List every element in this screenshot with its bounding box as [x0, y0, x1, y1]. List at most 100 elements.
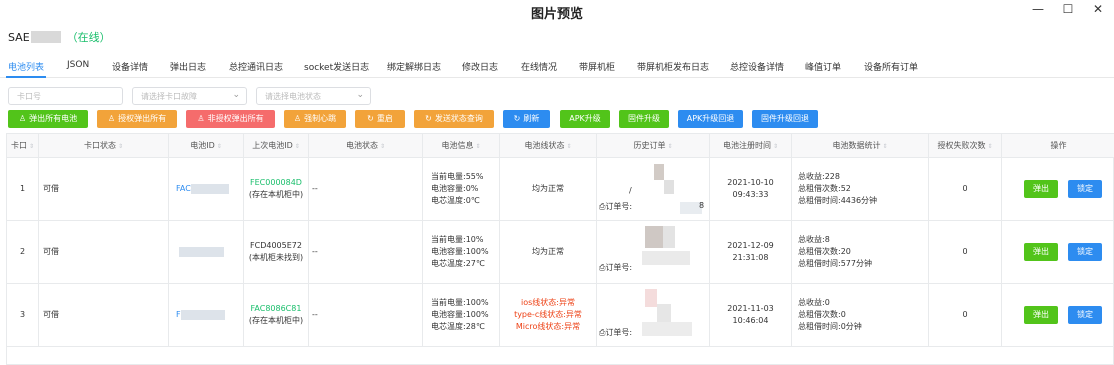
eject-button[interactable]: 弹出	[1024, 180, 1058, 198]
col-data-stats[interactable]: 电池数据统计 ⇕	[792, 134, 929, 158]
window-title: 图片预览	[530, 7, 583, 22]
tab-device-detail[interactable]: 设备详情	[112, 60, 148, 73]
auth-eject-all-button[interactable]: ♙ 授权弹出所有	[97, 110, 177, 128]
last-battery-id[interactable]: FEC000084D	[244, 177, 308, 189]
last-battery-note: (存在本机柜中)	[248, 190, 304, 199]
lock-button[interactable]: 锁定	[1068, 243, 1102, 261]
col-auth-fail[interactable]: 授权失败次数 ⇕	[929, 134, 1002, 158]
apk-upgrade-button[interactable]: APK升级	[560, 110, 610, 128]
refresh-icon: ↻	[367, 114, 374, 123]
col-battery-info[interactable]: 电池信息 ⇕	[423, 134, 500, 158]
close-icon[interactable]: ✕	[1090, 2, 1106, 16]
col-battery-status[interactable]: 电池状态 ⇕	[309, 134, 423, 158]
tab-master-comm-log[interactable]: 总控通讯日志	[229, 60, 283, 73]
battery-table: 卡口 ⇕ 卡口状态 ⇕ 电池ID ⇕ 上次电池ID ⇕ 电池状态 ⇕ 电池信息 ⇕ 电池线状…	[6, 133, 1114, 365]
slot-fault-select[interactable]: 请选择卡口故障 ⌄	[132, 87, 247, 105]
order-label[interactable]: 订单号:	[605, 202, 632, 211]
refresh-button[interactable]: ↻ 刷新	[503, 110, 550, 128]
lock-button[interactable]: 锁定	[1068, 180, 1102, 198]
battery-status-select[interactable]: 请选择电池状态 ⌄	[256, 87, 371, 105]
info-line: 电池容量:0%	[431, 184, 479, 193]
col-actions: 操作	[1002, 134, 1114, 158]
col-register-time[interactable]: 电池注册时间 ⇕	[710, 134, 792, 158]
line-status: Micro线状态:异常	[515, 322, 581, 331]
tab-all-orders[interactable]: 设备所有订单	[864, 60, 918, 73]
stat-line: 总收益:0	[798, 298, 830, 307]
redacted-blur	[180, 309, 225, 320]
tab-json[interactable]: JSON	[67, 60, 89, 70]
tab-modify-log[interactable]: 修改日志	[462, 60, 498, 73]
tab-eject-log[interactable]: 弹出日志	[170, 60, 206, 73]
info-line: 当前电量:100%	[431, 298, 489, 307]
chevron-down-icon: ⌄	[232, 90, 240, 100]
minimize-icon[interactable]: —	[1030, 2, 1046, 16]
last-battery-id[interactable]: FCD4005E72	[244, 240, 308, 252]
tab-online[interactable]: 在线情况	[521, 60, 557, 73]
tab-master-device[interactable]: 总控设备详情	[730, 60, 784, 73]
force-heartbeat-button[interactable]: ♙ 强制心跳	[284, 110, 346, 128]
auth-fail-count: 0	[962, 184, 968, 193]
line-status: 均为正常	[532, 184, 564, 193]
sort-icon[interactable]: ⇕	[29, 143, 34, 150]
user-icon: ♙	[293, 114, 302, 123]
lock-button[interactable]: 锁定	[1068, 306, 1102, 324]
sort-icon[interactable]: ⇕	[475, 143, 480, 150]
col-line-status[interactable]: 电池线状态 ⇕	[500, 134, 597, 158]
info-line: 电芯温度:27℃	[431, 259, 485, 268]
status-query-button[interactable]: ↻ 发送状态查询	[414, 110, 494, 128]
refresh-icon: ↻	[513, 114, 521, 123]
sort-icon[interactable]: ⇕	[667, 143, 672, 150]
sort-icon[interactable]: ⇕	[566, 143, 571, 150]
window-titlebar: 图片预览 — ☐ ✕	[0, 0, 1114, 22]
device-name-mask	[30, 31, 61, 43]
sort-icon[interactable]: ⇕	[380, 143, 385, 150]
battery-status: --	[312, 310, 318, 319]
redacted-blur	[190, 183, 229, 194]
order-label[interactable]: 订单号:	[605, 328, 632, 337]
tab-screen-publish-log[interactable]: 带屏机柜发布日志	[637, 60, 709, 73]
slot-input[interactable]: 卡口号	[8, 87, 123, 105]
apk-rollback-button[interactable]: APK升级回退	[678, 110, 743, 128]
sort-icon[interactable]: ⇕	[118, 143, 123, 150]
tab-peak-orders[interactable]: 峰值订单	[805, 60, 841, 73]
col-last-battery-id[interactable]: 上次电池ID ⇕	[244, 134, 309, 158]
info-line: 电池容量:100%	[431, 247, 489, 256]
line-status: 均为正常	[532, 247, 564, 256]
restart-button[interactable]: ↻ 重启	[355, 110, 405, 128]
tab-battery-list[interactable]: 电池列表	[8, 60, 44, 73]
slot-status: 可借	[43, 310, 59, 319]
order-label[interactable]: 订单号:	[605, 263, 632, 272]
col-battery-id[interactable]: 电池ID ⇕	[169, 134, 244, 158]
slot-number: 1	[19, 184, 26, 193]
sort-icon[interactable]: ⇕	[217, 143, 222, 150]
firmware-rollback-button[interactable]: 固件升级回退	[752, 110, 818, 128]
tab-screen-cabinet[interactable]: 带屏机柜	[579, 60, 615, 73]
redacted-blur	[179, 246, 224, 257]
stat-line: 总收益:8	[798, 235, 830, 244]
sort-icon[interactable]: ⇕	[882, 143, 887, 150]
tab-socket-log[interactable]: socket发送日志	[304, 60, 369, 73]
col-slot[interactable]: 卡口 ⇕	[7, 134, 39, 158]
sort-icon[interactable]: ⇕	[987, 143, 992, 150]
table-row: 2 可借 FCD4005E72 (本机柜未找到) -- 当前电量:10% 电池容量:…	[7, 221, 1114, 284]
order-thumbnail	[654, 164, 664, 180]
col-history-orders[interactable]: 历史订单 ⇕	[597, 134, 710, 158]
eject-button[interactable]: 弹出	[1024, 306, 1058, 324]
eject-button[interactable]: 弹出	[1024, 243, 1058, 261]
tab-bind-log[interactable]: 绑定解绑日志	[387, 60, 441, 73]
slot-number: 2	[19, 247, 26, 256]
maximize-icon[interactable]: ☐	[1060, 2, 1076, 16]
firmware-upgrade-button[interactable]: 固件升级	[619, 110, 669, 128]
col-slot-status[interactable]: 卡口状态 ⇕	[39, 134, 169, 158]
sort-icon[interactable]: ⇕	[295, 143, 300, 150]
battery-id-link[interactable]: FAC	[176, 184, 191, 193]
unauth-eject-all-button[interactable]: ♙ 非授权弹出所有	[186, 110, 275, 128]
sort-icon[interactable]: ⇕	[773, 143, 778, 150]
tab-bar: 电池列表 JSON 设备详情 弹出日志 总控通讯日志 socket发送日志 绑定…	[0, 52, 1114, 78]
slot-status: 可借	[43, 247, 59, 256]
last-battery-note: (存在本机柜中)	[248, 316, 304, 325]
register-time: 2021-10-10 09:43:33	[727, 178, 774, 199]
last-battery-id[interactable]: FAC8086C81	[244, 303, 308, 315]
eject-all-button[interactable]: ♙ 弹出所有电池	[8, 110, 88, 128]
stat-line: 总租借时间:0分钟	[798, 322, 862, 331]
